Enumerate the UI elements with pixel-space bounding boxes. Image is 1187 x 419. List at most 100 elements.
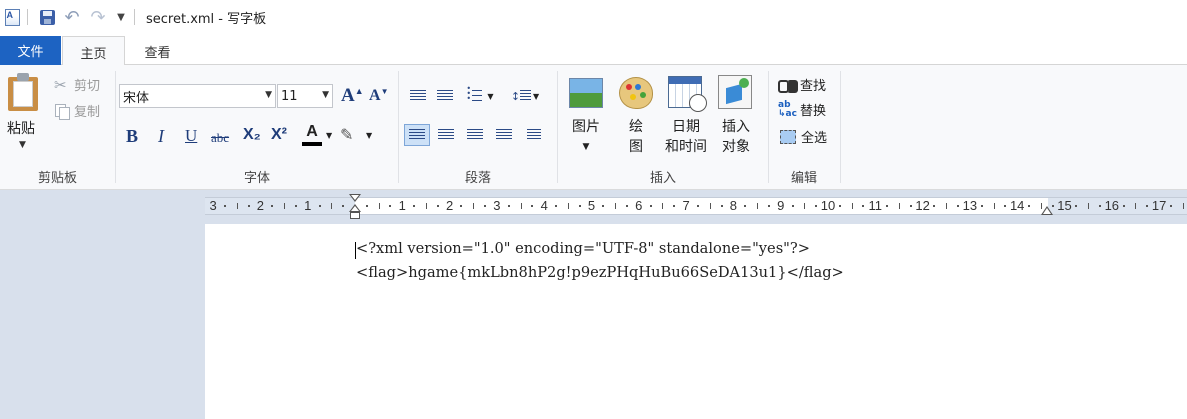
paste-dropdown-icon[interactable]: ▼ <box>19 140 26 150</box>
highlight-color-dropdown[interactable]: ▼ <box>366 131 372 140</box>
insert-object-icon[interactable] <box>718 75 752 109</box>
ruler-tick-mark <box>294 205 297 207</box>
ruler-tick-label: 3 <box>493 198 501 213</box>
ruler-tick-mark <box>1169 205 1172 207</box>
bullet-list-icon <box>466 86 484 103</box>
first-line-indent-marker[interactable] <box>349 194 361 220</box>
document-line[interactable]: <flag>hgame{mkLbn8hP2g!p9ezPHqHuBu66SeDA… <box>356 264 844 281</box>
clipboard-group-label: 剪贴板 <box>37 171 77 186</box>
paste-icon[interactable] <box>8 73 38 111</box>
find-label: 查找 <box>800 79 827 94</box>
ruler-tick-mark <box>531 205 534 207</box>
cut-button[interactable]: ✂ 剪切 <box>54 75 100 95</box>
increase-indent-icon <box>437 90 453 102</box>
ruler-tick-label: 2 <box>445 198 454 213</box>
align-right-button[interactable] <box>462 124 488 146</box>
superscript-button[interactable]: X² <box>271 126 287 144</box>
save-button[interactable] <box>37 7 57 27</box>
ruler-tick-mark <box>1122 205 1125 207</box>
ruler-tick-mark <box>413 205 416 207</box>
picture-dropdown-icon[interactable]: ▼ <box>576 137 596 157</box>
font-size-value: 11 <box>281 88 298 104</box>
wordpad-app-icon[interactable] <box>2 7 22 27</box>
decrease-indent-icon <box>410 90 426 102</box>
text-color-button[interactable]: A <box>302 124 322 146</box>
chevron-down-icon: ▼ <box>326 131 333 140</box>
ruler-tick-mark <box>1135 203 1137 209</box>
bullet-list-button[interactable]: ▼ <box>462 85 498 107</box>
chevron-down-icon: ▼ <box>265 90 272 100</box>
ruler-tick-mark <box>709 203 711 209</box>
line-spacing-button[interactable]: ↕ ▼ <box>508 85 542 107</box>
ruler-tick-mark <box>993 203 995 209</box>
font-family-select[interactable]: 宋体 ▼ <box>119 84 276 108</box>
text-color-dropdown[interactable]: ▼ <box>326 131 332 140</box>
replace-button[interactable]: ab ↳ac 替换 <box>778 100 826 119</box>
paste-button-label[interactable]: 粘贴 <box>7 118 35 138</box>
tab-home[interactable]: 主页 <box>62 36 125 67</box>
chevron-down-icon: ▼ <box>533 91 540 101</box>
bold-button[interactable]: B <box>126 126 138 147</box>
copy-button[interactable]: 复制 <box>54 101 100 120</box>
ruler-tick-label: 5 <box>587 198 596 213</box>
align-center-icon <box>438 129 454 141</box>
binoculars-icon <box>778 77 796 93</box>
ruler-tick-label: 10 <box>820 198 836 213</box>
picture-icon[interactable] <box>569 78 603 108</box>
undo-button[interactable]: ↶ <box>62 7 82 28</box>
insert-object-button[interactable]: 插入 对象 <box>716 117 756 157</box>
shrink-font-button[interactable]: A ▼ <box>369 87 388 105</box>
tab-file[interactable]: 文件 <box>0 36 61 65</box>
customize-quick-access-button[interactable]: ▼ <box>111 7 131 27</box>
ruler-tick-mark <box>957 205 960 207</box>
replace-icon: ab ↳ac <box>778 99 797 119</box>
object-label-line1: 插入 <box>722 119 750 135</box>
strikethrough-button[interactable]: abc <box>211 130 229 146</box>
redo-button[interactable]: ↷ <box>88 7 108 28</box>
edit-group-label: 编辑 <box>790 171 817 186</box>
ruler-tick-mark <box>649 205 652 207</box>
ruler-tick-label: 4 <box>540 198 548 213</box>
font-group-label: 字体 <box>243 171 270 186</box>
document-line[interactable]: <?xml version="1.0" encoding="UTF-8" sta… <box>356 240 810 257</box>
line-spacing-icon: ↕ <box>510 89 521 103</box>
calendar-clock-icon[interactable] <box>668 76 707 112</box>
ruler-tick-mark <box>1098 205 1101 207</box>
align-center-button[interactable] <box>433 124 459 146</box>
font-size-select[interactable]: 11 ▼ <box>277 84 333 108</box>
ruler-tick-mark <box>909 205 912 207</box>
ruler-tick-label: 1 <box>398 198 406 213</box>
paint-drawing-button[interactable]: 绘 图 <box>620 117 652 157</box>
increase-indent-button[interactable] <box>432 85 458 107</box>
highlight-color-button[interactable]: ✎ <box>340 125 353 144</box>
decrease-indent-button[interactable] <box>405 85 431 107</box>
ruler-tick-mark <box>1146 205 1149 207</box>
align-right-icon <box>467 129 483 141</box>
date-time-button[interactable]: 日期 和时间 <box>660 117 712 157</box>
ruler-tick-mark <box>342 205 345 207</box>
picture-button-label[interactable]: 图片 <box>566 117 606 137</box>
italic-icon: I <box>158 126 164 146</box>
ruler-tick-label: 17 <box>1151 198 1167 213</box>
paint-palette-icon[interactable] <box>619 77 653 109</box>
underline-button[interactable]: U <box>185 126 197 146</box>
tab-view[interactable]: 查看 <box>126 36 189 66</box>
chevron-down-icon: ▼ <box>487 91 494 101</box>
justify-button[interactable] <box>491 124 517 146</box>
find-button[interactable]: 查找 <box>778 75 826 94</box>
grow-font-icon: A <box>341 85 355 106</box>
ruler-tick-label: 1 <box>304 198 312 213</box>
ruler-tick-mark <box>791 205 794 207</box>
select-all-button[interactable]: 全选 <box>780 127 827 146</box>
grow-font-button[interactable]: A ▲ <box>341 85 364 107</box>
ruler-tick-label: 14 <box>1009 198 1025 213</box>
paragraph-settings-button[interactable] <box>521 124 547 146</box>
right-indent-marker[interactable] <box>1041 206 1053 216</box>
italic-button[interactable]: I <box>158 126 164 147</box>
subscript-button[interactable]: X₂ <box>243 126 261 144</box>
ruler-tick-mark <box>425 203 427 209</box>
ruler-tick-mark <box>1182 203 1184 209</box>
ruler-tick-mark <box>331 203 333 209</box>
paint-label-line1: 绘 <box>629 119 643 135</box>
align-left-button[interactable] <box>404 124 430 146</box>
